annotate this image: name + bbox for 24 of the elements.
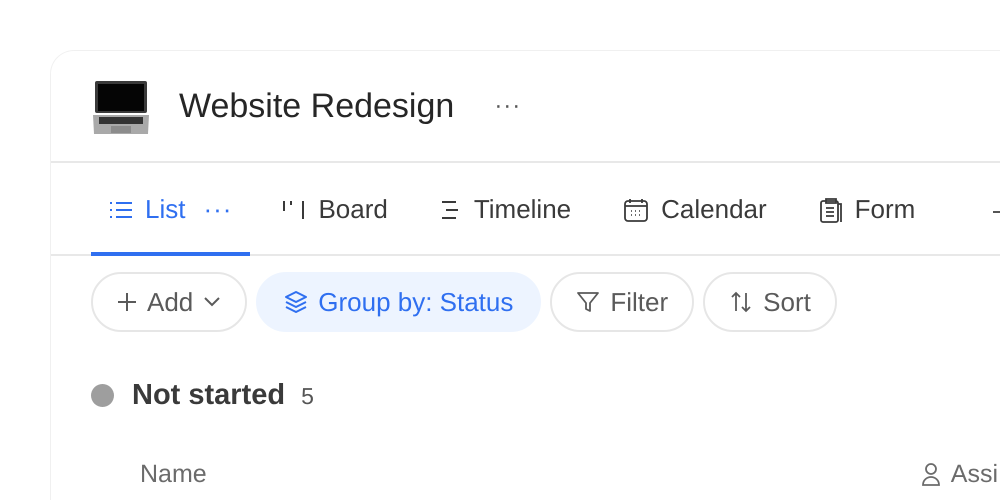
toolbar-button[interactable]: Sort — [703, 272, 837, 332]
view-tab[interactable]: List ··· — [91, 163, 250, 256]
view-tab[interactable]: Board — [278, 163, 392, 256]
list-icon — [109, 200, 133, 220]
chevron-down-icon — [203, 296, 222, 308]
more-button[interactable]: ··· — [494, 88, 522, 124]
group-count: 5 — [301, 382, 314, 410]
view-tab[interactable]: Timeline — [436, 163, 576, 256]
view-tab[interactable]: Calendar — [619, 163, 771, 256]
project-title: Website Redesign — [179, 86, 454, 126]
toolbar-button[interactable]: Filter — [550, 272, 694, 332]
toolbar-button[interactable]: Group by: Status — [256, 272, 542, 332]
filter-icon — [576, 290, 600, 314]
clipboard-icon — [818, 196, 843, 224]
view-tab[interactable]: Form — [814, 163, 920, 256]
columns-icon — [282, 198, 306, 220]
toolbar-button[interactable]: Add — [91, 272, 248, 332]
column-header: Assi — [950, 458, 998, 490]
layers-icon — [284, 290, 308, 314]
group-label: Not started — [132, 378, 286, 413]
person-icon — [920, 462, 941, 486]
calendar-icon — [623, 196, 650, 222]
column-header: Name — [140, 458, 207, 490]
sort-icon — [729, 290, 754, 314]
